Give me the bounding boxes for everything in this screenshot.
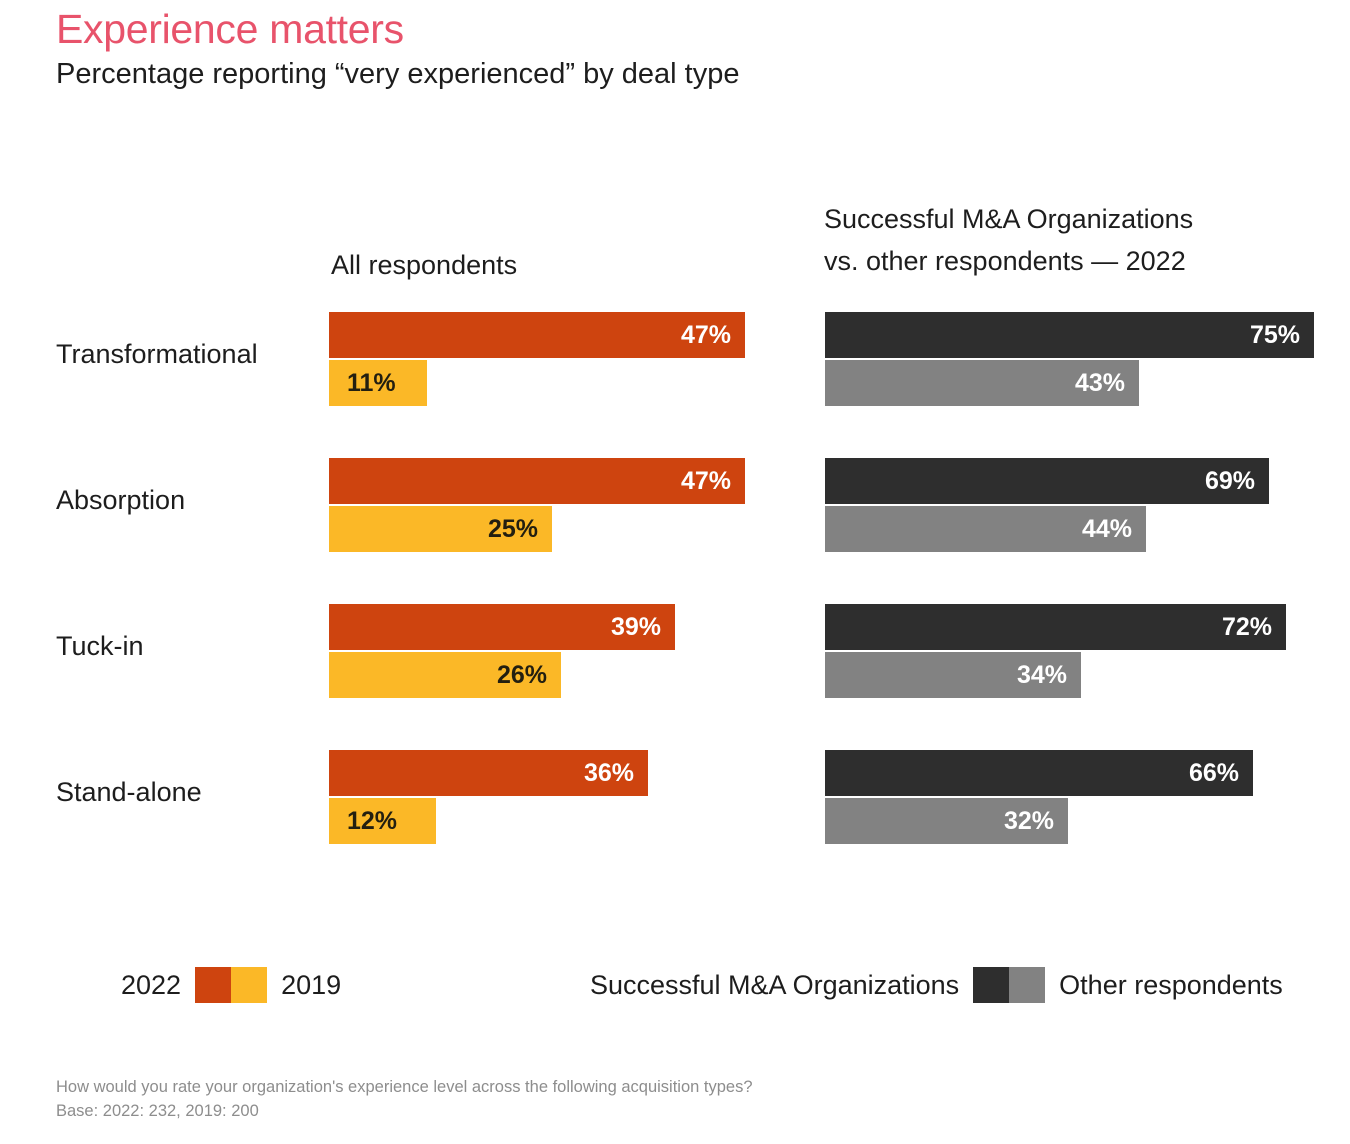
bar-2022[interactable]: 47% (329, 458, 745, 504)
bar-value-label: 75% (1249, 320, 1300, 349)
legend-label-other: Other respondents (1059, 969, 1283, 1000)
bar-2022[interactable]: 36% (329, 750, 648, 796)
chart-category-row: Stand-alone 36% 12% 66% 32% (0, 738, 1350, 870)
legend-swatch-2019 (231, 967, 268, 1003)
bar-other[interactable]: 34% (825, 652, 1081, 698)
bar-value-label: 34% (1016, 660, 1067, 689)
bar-successful[interactable]: 72% (825, 604, 1286, 650)
bar-value-label: 36% (583, 758, 634, 787)
bar-value-label: 47% (680, 320, 731, 349)
legend-swatch-other (1009, 967, 1046, 1003)
chart-category-row: Tuck-in 39% 26% 72% 34% (0, 592, 1350, 724)
bar-other[interactable]: 43% (825, 360, 1139, 406)
bar-2019[interactable]: 25% (329, 506, 552, 552)
bar-value-label: 26% (496, 660, 547, 689)
category-label: Tuck-in (56, 631, 144, 661)
footnote-base: Base: 2022: 232, 2019: 200 (56, 1101, 259, 1120)
category-label: Absorption (56, 485, 186, 515)
bar-other[interactable]: 32% (825, 798, 1068, 844)
chart-category-row: Transformational 47% 11% 75% 43% (0, 300, 1350, 432)
bar-2019[interactable]: 11% (329, 360, 427, 406)
category-label: Transformational (56, 339, 258, 369)
bar-2019[interactable]: 12% (329, 798, 436, 844)
bar-value-label: 44% (1081, 514, 1132, 543)
chart-legend: 2022 2019 Successful M&A Organizations O… (0, 955, 1350, 1015)
bar-value-label: 66% (1188, 758, 1239, 787)
bar-successful[interactable]: 69% (825, 458, 1269, 504)
legend-label-2019: 2019 (281, 969, 342, 1000)
category-label: Stand-alone (56, 777, 202, 807)
footnote-question: How would you rate your organization's e… (56, 1078, 753, 1096)
legend-swatch-2022 (195, 967, 232, 1003)
legend-swatch-pair-respondents (973, 967, 1046, 1003)
bar-value-label: 25% (487, 514, 538, 543)
legend-group-years: 2022 2019 (121, 967, 341, 1003)
bar-2022[interactable]: 39% (329, 604, 675, 650)
bar-value-label: 47% (680, 466, 731, 495)
bar-other[interactable]: 44% (825, 506, 1146, 552)
legend-group-respondents: Successful M&A Organizations Other respo… (590, 967, 1283, 1003)
bar-successful[interactable]: 66% (825, 750, 1253, 796)
bar-2022[interactable]: 47% (329, 312, 745, 358)
bar-2019[interactable]: 26% (329, 652, 561, 698)
legend-swatch-successful (973, 967, 1010, 1003)
legend-label-2022: 2022 (121, 969, 182, 1000)
bar-value-label: 69% (1204, 466, 1255, 495)
bar-value-label: 11% (347, 368, 396, 397)
chart-category-row: Absorption 47% 25% 69% 44% (0, 446, 1350, 578)
footnote: How would you rate your organization's e… (56, 1076, 753, 1124)
bar-value-label: 32% (1003, 806, 1054, 835)
bar-value-label: 72% (1221, 612, 1272, 641)
legend-label-successful: Successful M&A Organizations (590, 969, 960, 1000)
bar-successful[interactable]: 75% (825, 312, 1314, 358)
bar-value-label: 12% (347, 806, 398, 835)
legend-swatch-pair-years (195, 967, 268, 1003)
bar-value-label: 43% (1074, 368, 1125, 397)
chart-plot-area: Transformational 47% 11% 75% 43% Absorption 47… (0, 0, 1350, 900)
bar-value-label: 39% (610, 612, 661, 641)
